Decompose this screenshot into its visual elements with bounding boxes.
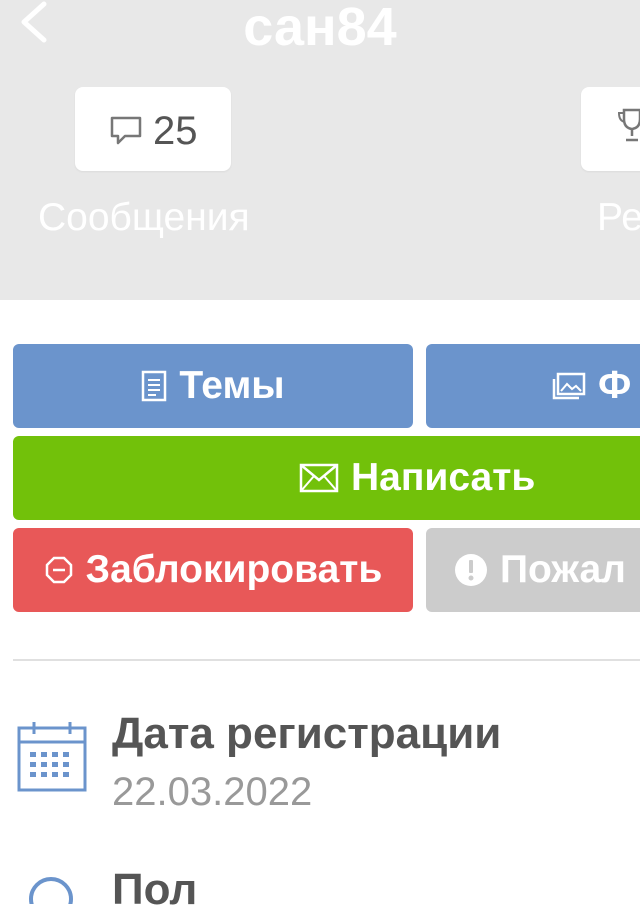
messages-count: 25 [153,109,198,153]
exclamation-circle-icon [454,553,488,587]
image-icon [552,372,586,400]
gender-icon [26,874,76,916]
themes-button-label: Темы [179,364,285,407]
write-message-button[interactable]: Написать [13,436,640,520]
page-title: сан84 [243,0,397,57]
registration-date-label: Дата регистрации [112,709,502,758]
messages-stat-card[interactable]: 25 [75,87,231,171]
registration-date-value: 22.03.2022 [112,770,313,814]
chat-bubble-icon [110,116,142,145]
trophy-icon [617,108,640,142]
rating-stat-card[interactable] [581,87,640,171]
report-button-label: Пожал [500,548,626,591]
photo-button-label: Ф [598,364,632,407]
block-user-button-label: Заблокировать [85,548,383,591]
document-icon [141,370,167,402]
write-message-button-label: Написать [351,456,536,499]
calendar-icon [16,720,88,799]
messages-stat-label: Сообщения [38,196,250,239]
profile-header: сан84 25 Сообщения Ре [0,0,640,300]
photo-button[interactable]: Ф [426,344,640,428]
block-octagon-icon [44,555,74,585]
gender-label: Пол [112,865,198,914]
rating-stat-label: Ре [597,196,640,239]
themes-button[interactable]: Темы [13,344,413,428]
block-user-button[interactable]: Заблокировать [13,528,413,612]
section-divider [13,659,640,661]
envelope-icon [299,463,339,493]
report-button[interactable]: Пожал [426,528,640,612]
